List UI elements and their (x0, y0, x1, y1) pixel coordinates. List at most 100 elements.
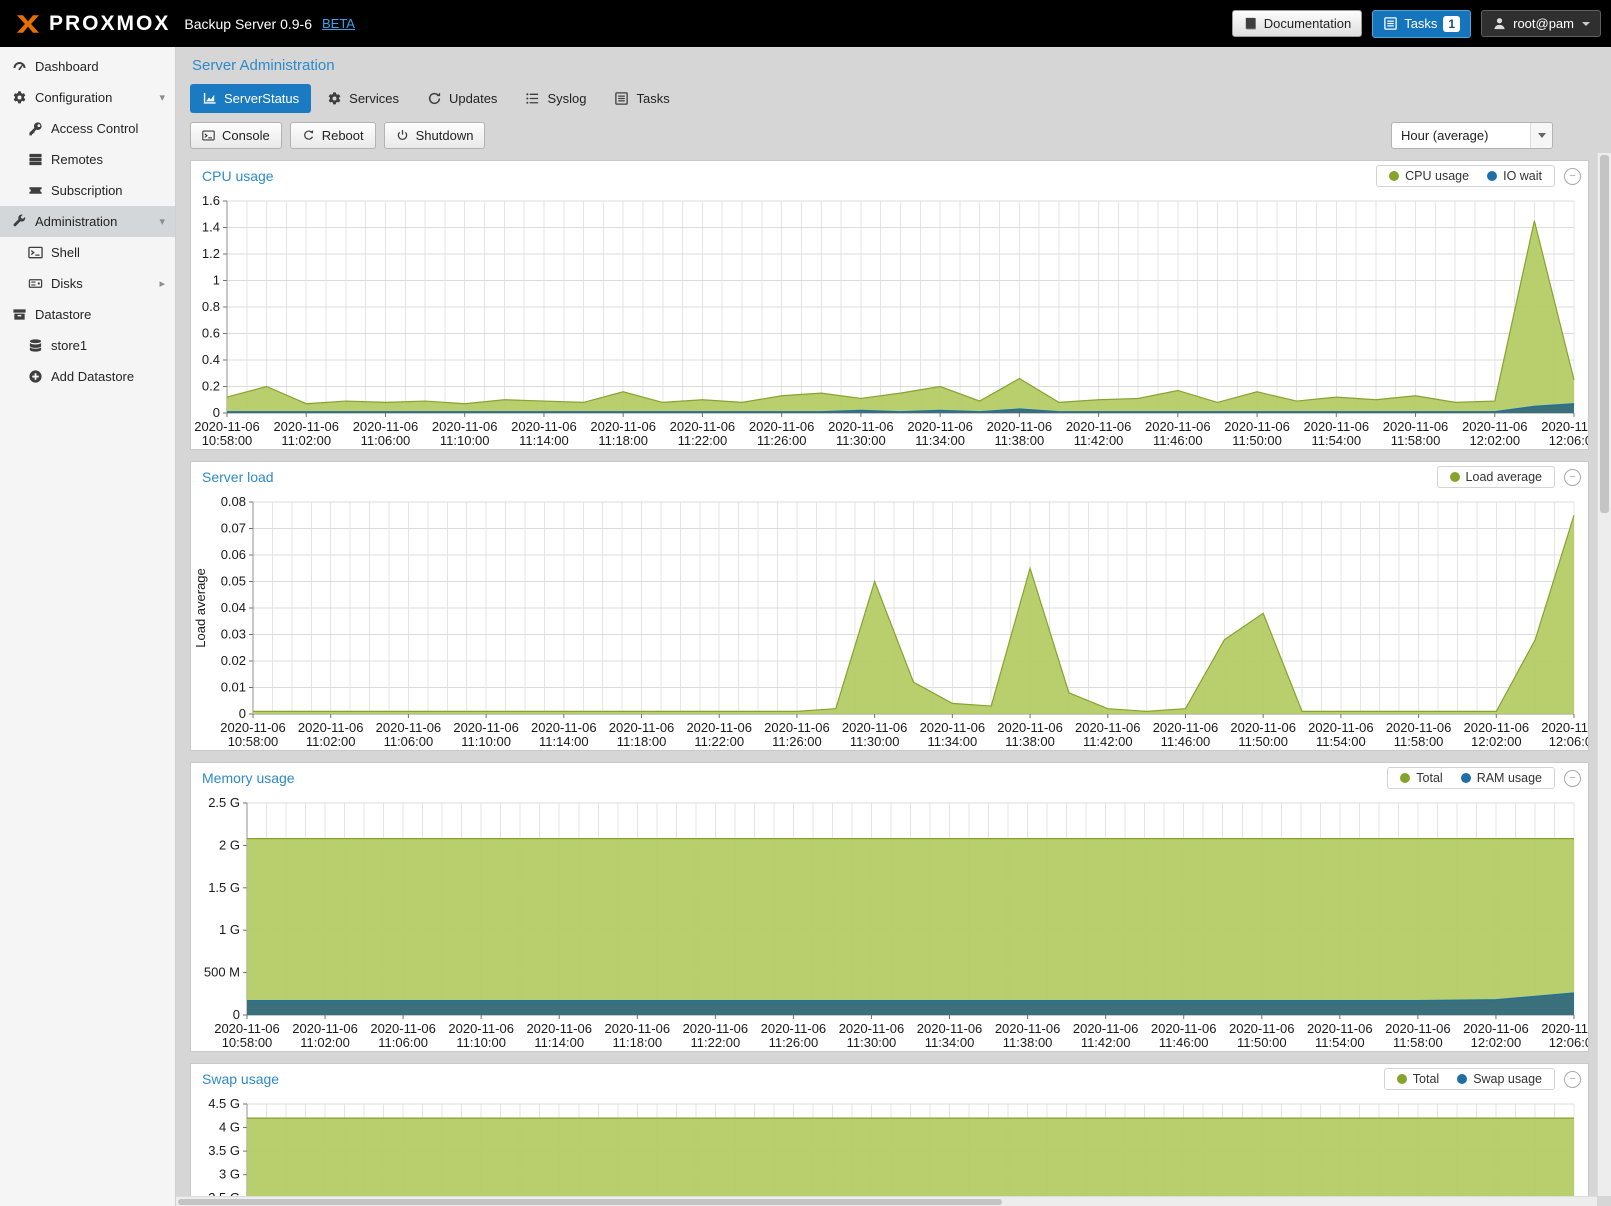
sidebar-item-dashboard[interactable]: Dashboard (0, 51, 175, 82)
svg-text:2020-11-06: 2020-11-06 (670, 419, 736, 434)
sidebar-item-shell[interactable]: Shell (0, 237, 175, 268)
combo-arrow[interactable] (1530, 123, 1552, 148)
collapse-panel-button[interactable]: − (1564, 469, 1581, 486)
chevron-right-icon[interactable]: ▸ (159, 277, 165, 290)
documentation-button[interactable]: Documentation (1232, 10, 1362, 37)
panel-title: CPU usage (202, 168, 274, 184)
svg-text:2020-11-06: 2020-11-06 (917, 1021, 983, 1036)
sidebar-item-datastore[interactable]: Datastore (0, 299, 175, 330)
sidebar: Dashboard Configuration ▾ Access Control… (0, 47, 176, 1206)
svg-text:11:34:00: 11:34:00 (928, 734, 978, 749)
tab-tasks[interactable]: Tasks (602, 84, 681, 113)
tab-label: Syslog (547, 91, 586, 106)
svg-text:2020-11-06: 2020-11-06 (1151, 1021, 1217, 1036)
beta-link[interactable]: BETA (322, 16, 355, 31)
svg-text:2020-11-06: 2020-11-06 (1463, 1021, 1529, 1036)
terminal-icon (28, 245, 43, 260)
svg-text:12:02:00: 12:02:00 (1469, 433, 1520, 448)
gauge-icon (12, 59, 27, 74)
horizontal-scrollbar[interactable] (176, 1196, 1597, 1206)
svg-text:2020-11-06: 2020-11-06 (995, 1021, 1061, 1036)
tab-bar: ServerStatus Services Updates Syslog Tas… (190, 84, 1589, 113)
svg-text:10:58:00: 10:58:00 (202, 433, 253, 448)
tab-syslog[interactable]: Syslog (513, 84, 598, 113)
svg-text:2020-11-06: 2020-11-06 (1464, 720, 1530, 735)
list-icon (525, 91, 540, 106)
tab-services[interactable]: Services (315, 84, 411, 113)
svg-text:0.2: 0.2 (202, 379, 220, 394)
svg-text:11:30:00: 11:30:00 (836, 433, 886, 448)
legend-dot-icon (1461, 773, 1471, 783)
chevron-down-icon[interactable]: ▾ (159, 91, 165, 104)
svg-text:11:22:00: 11:22:00 (691, 1035, 741, 1050)
swap-usage-chart: 0500 M1 G1.5 G2 G2.5 G3 G3.5 G4 G4.5 G20… (191, 1094, 1588, 1206)
chart-legend: Load average (1437, 466, 1555, 488)
svg-text:11:50:00: 11:50:00 (1238, 734, 1288, 749)
memory-usage-chart: 0500 M1 G1.5 G2 G2.5 G2020-11-0610:58:00… (191, 793, 1588, 1051)
collapse-panel-button[interactable]: − (1564, 1071, 1581, 1088)
svg-text:11:02:00: 11:02:00 (306, 734, 356, 749)
svg-text:2020-11-06: 2020-11-06 (273, 419, 339, 434)
collapse-panel-button[interactable]: − (1564, 168, 1581, 185)
svg-text:0: 0 (213, 405, 220, 420)
sidebar-item-label: store1 (51, 338, 87, 353)
panel-title: Server load (202, 469, 274, 485)
series-area (247, 839, 1574, 1015)
svg-text:2020-11-06: 2020-11-06 (686, 720, 752, 735)
svg-text:11:10:00: 11:10:00 (440, 433, 490, 448)
collapse-panel-button[interactable]: − (1564, 770, 1581, 787)
svg-text:11:26:00: 11:26:00 (769, 1035, 819, 1050)
sidebar-item-subscription[interactable]: Subscription (0, 175, 175, 206)
action-toolbar: Console Reboot Shutdown Hour (average) (190, 122, 1589, 149)
tab-serverstatus[interactable]: ServerStatus (190, 84, 311, 113)
user-menu-button[interactable]: root@pam (1481, 10, 1601, 37)
sidebar-item-store1[interactable]: store1 (0, 330, 175, 361)
legend-label: RAM usage (1477, 771, 1542, 785)
sidebar-item-configuration[interactable]: Configuration ▾ (0, 82, 175, 113)
svg-text:11:34:00: 11:34:00 (915, 433, 965, 448)
timeframe-select[interactable]: Hour (average) (1391, 122, 1553, 149)
svg-text:11:18:00: 11:18:00 (617, 734, 667, 749)
tab-updates[interactable]: Updates (415, 84, 509, 113)
svg-text:2020-11-06: 2020-11-06 (1462, 419, 1528, 434)
svg-text:11:30:00: 11:30:00 (850, 734, 900, 749)
sidebar-item-administration[interactable]: Administration ▾ (0, 206, 175, 237)
svg-text:4 G: 4 G (219, 1120, 240, 1135)
svg-text:2020-11-06: 2020-11-06 (448, 1021, 514, 1036)
brand-text: PROXMOX (49, 12, 170, 36)
legend-dot-icon (1457, 1074, 1467, 1084)
legend-item: Total (1397, 1072, 1439, 1086)
sidebar-item-add-datastore[interactable]: Add Datastore (0, 361, 175, 392)
svg-text:10:58:00: 10:58:00 (228, 734, 279, 749)
console-label: Console (222, 128, 270, 143)
shutdown-button[interactable]: Shutdown (384, 122, 486, 149)
key-icon (28, 121, 43, 136)
sidebar-item-access-control[interactable]: Access Control (0, 113, 175, 144)
chevron-down-icon[interactable]: ▾ (159, 215, 165, 228)
svg-text:11:02:00: 11:02:00 (281, 433, 331, 448)
panel-header: Swap usage TotalSwap usage − (191, 1064, 1588, 1094)
svg-text:0: 0 (239, 706, 246, 721)
vertical-scrollbar[interactable] (1597, 153, 1611, 1196)
reboot-button[interactable]: Reboot (290, 122, 376, 149)
svg-text:11:46:00: 11:46:00 (1159, 1035, 1209, 1050)
svg-text:12:02:00: 12:02:00 (1471, 1035, 1522, 1050)
tasks-button[interactable]: Tasks 1 (1372, 10, 1471, 38)
svg-text:11:10:00: 11:10:00 (461, 734, 511, 749)
sidebar-item-label: Subscription (51, 183, 123, 198)
svg-text:2020-11-06: 2020-11-06 (1153, 720, 1219, 735)
scrollbar-thumb[interactable] (1600, 155, 1609, 513)
sidebar-item-remotes[interactable]: Remotes (0, 144, 175, 175)
svg-text:11:50:00: 11:50:00 (1232, 433, 1282, 448)
sidebar-item-label: Add Datastore (51, 369, 134, 384)
panel-title: Memory usage (202, 770, 295, 786)
sidebar-item-disks[interactable]: Disks ▸ (0, 268, 175, 299)
main-content: Server Administration ServerStatus Servi… (176, 47, 1611, 1206)
scrollbar-thumb[interactable] (178, 1199, 1002, 1205)
legend-item: Total (1400, 771, 1442, 785)
svg-text:3 G: 3 G (219, 1167, 240, 1182)
tab-label: ServerStatus (224, 91, 299, 106)
tab-label: Services (349, 91, 399, 106)
console-button[interactable]: Console (190, 122, 282, 149)
app-body: Dashboard Configuration ▾ Access Control… (0, 47, 1611, 1206)
